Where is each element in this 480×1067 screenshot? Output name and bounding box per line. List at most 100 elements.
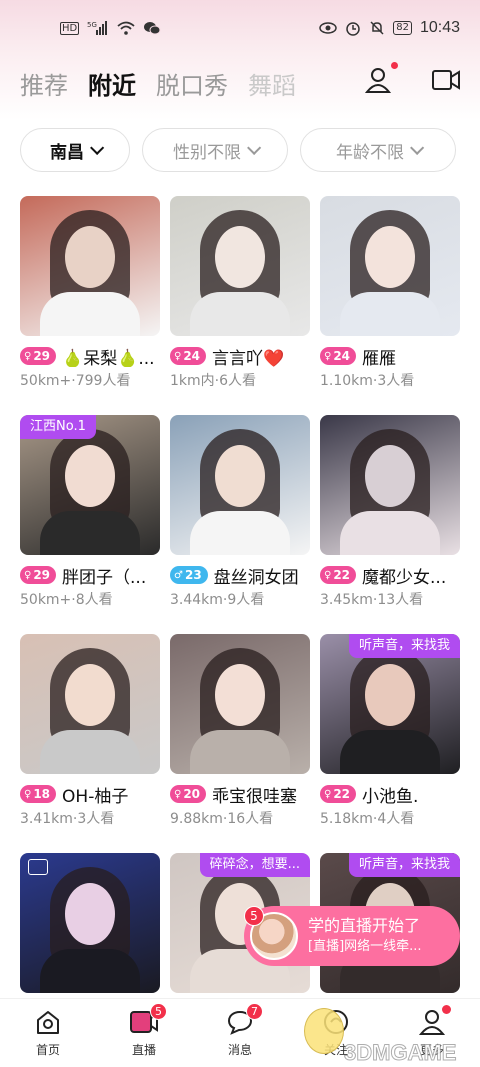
streamer-face bbox=[215, 226, 265, 288]
tab-recommend[interactable]: 推荐 bbox=[20, 66, 68, 101]
age-value: 18 bbox=[33, 787, 51, 801]
card-tag: 听声音，来找我 bbox=[348, 853, 460, 877]
streamer-face bbox=[65, 445, 115, 507]
streamer-face bbox=[65, 226, 115, 288]
follow-icon bbox=[324, 1010, 348, 1034]
nav-live[interactable]: 5 直播 bbox=[96, 999, 192, 1067]
nav-messages-label: 消息 bbox=[227, 1043, 252, 1057]
card-tag: 江西No.1 bbox=[20, 415, 96, 439]
card-name-row: ♀ 20 乖宝很哇塞 bbox=[170, 783, 310, 805]
streamer-card[interactable]: ♂ 23 盘丝洞女团 3.44km·9人看 bbox=[170, 415, 310, 634]
age-value: 29 bbox=[33, 568, 51, 582]
filter-bar: 南昌 性别不限 年龄不限 bbox=[20, 128, 456, 172]
eye-icon bbox=[319, 22, 337, 34]
age-badge: ♀ 22 bbox=[320, 785, 357, 803]
card-name-row: ♀ 24 雁雁 bbox=[320, 345, 460, 367]
chevron-down-icon bbox=[90, 140, 105, 155]
distance-viewers: 1.10km·3人看 bbox=[320, 373, 415, 389]
distance-viewers: 1km内·6人看 bbox=[170, 373, 257, 389]
distance-viewers: 50km+·8人看 bbox=[20, 592, 113, 608]
category-tabs: 推荐 附近 脱口秀 舞蹈 bbox=[0, 60, 480, 106]
card-name-row: ♀ 22 小池鱼. bbox=[320, 783, 460, 805]
profile-button[interactable] bbox=[362, 62, 398, 96]
age-value: 24 bbox=[183, 349, 201, 363]
female-icon: ♀ bbox=[174, 350, 182, 362]
top-actions bbox=[362, 62, 462, 96]
distance-viewers: 50km+·799人看 bbox=[20, 373, 131, 389]
age-badge: ♀ 29 bbox=[20, 566, 57, 584]
tab-talk-show[interactable]: 脱口秀 bbox=[156, 66, 228, 101]
streamer-face bbox=[365, 445, 415, 507]
card-name-row: ♀ 24 言言吖❤️ bbox=[170, 345, 310, 367]
stream-thumbnail bbox=[320, 196, 460, 336]
streamer-name: OH-柚子 bbox=[62, 786, 129, 806]
nav-home-label: 首页 bbox=[35, 1043, 60, 1057]
bottom-navigation: 首页 5 直播 7 消息 关注 更多 bbox=[0, 998, 480, 1067]
age-value: 20 bbox=[183, 787, 201, 801]
streamer-card[interactable] bbox=[20, 853, 160, 1013]
streamer-name: 🍐呆梨🍐... bbox=[62, 348, 155, 368]
live-start-popup[interactable]: 5 学的直播开始了 [直播]网络一线牵... bbox=[244, 906, 460, 966]
nav-follow-label: 关注 bbox=[323, 1043, 348, 1057]
female-icon: ♀ bbox=[324, 569, 332, 581]
popup-title: 学的直播开始了 bbox=[308, 916, 421, 935]
streamer-card[interactable]: 江西No.1 ♀ 29 胖团子（... 50km+·8人看 bbox=[20, 415, 160, 634]
streamer-card[interactable]: ♀ 29 🍐呆梨🍐... 50km+·799人看 bbox=[20, 196, 160, 415]
age-value: 22 bbox=[333, 568, 351, 582]
card-name-row: ♀ 18 OH-柚子 bbox=[20, 783, 160, 805]
streamer-face bbox=[365, 664, 415, 726]
stream-thumbnail bbox=[170, 415, 310, 555]
streamer-body bbox=[40, 511, 140, 555]
streamer-body bbox=[340, 511, 440, 555]
screen-icon bbox=[28, 859, 48, 875]
tab-dance[interactable]: 舞蹈 bbox=[248, 66, 300, 101]
stream-thumbnail bbox=[170, 196, 310, 336]
status-bar: HD 5G 82 10:43 bbox=[0, 0, 480, 56]
gender-filter[interactable]: 性别不限 bbox=[142, 128, 288, 172]
wifi-icon bbox=[117, 21, 135, 35]
streamer-card[interactable]: ♀ 22 魔都少女... 3.45km·13人看 bbox=[320, 415, 460, 634]
age-badge: ♀ 20 bbox=[170, 785, 207, 803]
nav-live-label: 直播 bbox=[131, 1043, 156, 1057]
streamer-body bbox=[40, 292, 140, 336]
nav-more[interactable]: 更多 bbox=[384, 999, 480, 1067]
streamer-name: 言言吖❤️ bbox=[212, 348, 285, 368]
age-value: 23 bbox=[184, 568, 202, 582]
streamer-card[interactable]: ♀ 18 OH-柚子 3.41km·3人看 bbox=[20, 634, 160, 853]
nav-follow[interactable]: 关注 bbox=[288, 999, 384, 1067]
city-filter[interactable]: 南昌 bbox=[20, 128, 130, 172]
status-right: 82 10:43 bbox=[319, 19, 460, 37]
streamer-card[interactable]: 听声音，来找我 ♀ 22 小池鱼. 5.18km·4人看 bbox=[320, 634, 460, 853]
female-icon: ♀ bbox=[24, 569, 32, 581]
svg-text:5G: 5G bbox=[87, 21, 97, 29]
nav-more-label: 更多 bbox=[419, 1043, 444, 1057]
stream-thumbnail bbox=[20, 634, 160, 774]
age-value: 22 bbox=[333, 787, 351, 801]
tab-nearby[interactable]: 附近 bbox=[88, 66, 136, 101]
age-filter[interactable]: 年龄不限 bbox=[300, 128, 456, 172]
streamer-name: 魔都少女... bbox=[362, 567, 447, 587]
nav-messages[interactable]: 7 消息 bbox=[192, 999, 288, 1067]
streamer-name: 胖团子（... bbox=[62, 567, 147, 587]
streamer-card[interactable]: ♀ 20 乖宝很哇塞 9.88km·16人看 bbox=[170, 634, 310, 853]
streamer-body bbox=[190, 511, 290, 555]
card-name-row: ♀ 29 胖团子（... bbox=[20, 564, 160, 586]
streamer-card[interactable]: ♀ 24 雁雁 1.10km·3人看 bbox=[320, 196, 460, 415]
start-live-button[interactable] bbox=[430, 64, 462, 96]
nav-home[interactable]: 首页 bbox=[0, 999, 96, 1067]
streamer-grid: ♀ 29 🍐呆梨🍐... 50km+·799人看 ♀ 24 言言吖❤️ 1km内·6人看 ♀ 24… bbox=[20, 196, 460, 1013]
female-icon: ♀ bbox=[24, 788, 32, 800]
nav-more-dot bbox=[442, 1005, 451, 1014]
city-filter-label: 南昌 bbox=[50, 142, 84, 163]
distance-viewers: 3.44km·9人看 bbox=[170, 592, 265, 608]
stream-thumbnail: 听声音，来找我 bbox=[320, 634, 460, 774]
distance-viewers: 9.88km·16人看 bbox=[170, 811, 274, 827]
streamer-face bbox=[215, 664, 265, 726]
card-name-row: ♂ 23 盘丝洞女团 bbox=[170, 564, 310, 586]
streamer-body bbox=[190, 292, 290, 336]
age-badge: ♀ 24 bbox=[170, 347, 207, 365]
alarm-icon bbox=[346, 22, 360, 36]
distance-viewers: 3.41km·3人看 bbox=[20, 811, 115, 827]
streamer-body bbox=[340, 292, 440, 336]
streamer-card[interactable]: ♀ 24 言言吖❤️ 1km内·6人看 bbox=[170, 196, 310, 415]
